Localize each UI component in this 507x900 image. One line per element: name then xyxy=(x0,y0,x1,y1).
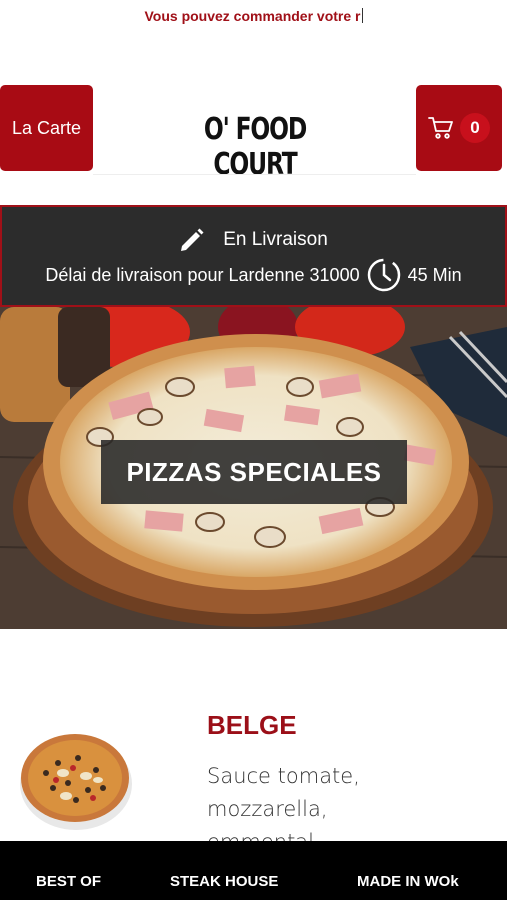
header-divider xyxy=(93,174,416,175)
clock-icon xyxy=(367,258,400,292)
nav-item-steak-house[interactable]: STEAK HOUSE xyxy=(170,873,278,890)
delivery-mode-label: En Livraison xyxy=(223,229,328,250)
cart-button[interactable]: 0 xyxy=(416,85,502,171)
delivery-delay-text: Délai de livraison pour Lardenne 31000 xyxy=(45,264,360,285)
menu-button-label: La Carte xyxy=(11,117,82,138)
nav-item-made-in-wok[interactable]: MADE IN WOk xyxy=(357,873,459,890)
cart-count-badge: 0 xyxy=(460,113,490,143)
menu-button[interactable]: La Carte xyxy=(0,85,93,171)
text-cursor xyxy=(361,8,363,23)
announcement-text: Vous pouvez commander votre r xyxy=(144,8,361,24)
category-hero[interactable]: PIZZAS SPECIALES xyxy=(0,307,507,629)
product-image xyxy=(20,734,132,830)
delivery-info-bar[interactable]: En Livraison Délai de livraison pour Lar… xyxy=(0,205,507,307)
product-name: BELGE xyxy=(207,710,297,740)
nav-item-best-of[interactable]: BEST OF xyxy=(36,873,101,890)
site-logo[interactable]: O' FOOD COURT xyxy=(185,112,325,182)
site-header: La Carte O' FOOD COURT 0 xyxy=(0,84,507,182)
cart-icon xyxy=(428,117,453,139)
pencil-icon xyxy=(181,228,204,251)
product-card[interactable]: BELGE Sauce tomate, mozzarella, emmental… xyxy=(0,700,507,854)
announcement-banner: Vous pouvez commander votre r xyxy=(0,0,507,34)
bottom-category-nav: BEST OF STEAK HOUSE MADE IN WOk xyxy=(0,841,507,900)
category-title: PIZZAS SPECIALES xyxy=(101,440,407,504)
delivery-delay-value: 45 Min xyxy=(407,264,462,285)
